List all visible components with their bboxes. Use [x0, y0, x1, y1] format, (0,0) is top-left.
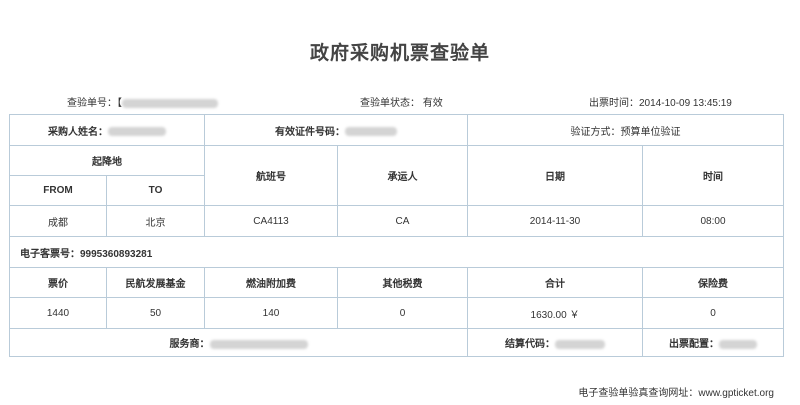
dev-fund-header: 民航发展基金	[106, 267, 205, 298]
settle-code-cell: 结算代码：	[467, 328, 643, 357]
redacted-service-provider	[209, 339, 308, 349]
verify-number-label: 查验单号：	[67, 98, 117, 109]
service-provider-cell: 服务商：	[9, 328, 468, 357]
flight-date: 2014-11-30	[467, 205, 643, 237]
to-header: TO	[106, 175, 205, 206]
redacted-verify-number	[122, 98, 218, 108]
fare-value: 1440	[9, 297, 107, 329]
verify-status: 查验单状态： 有效	[360, 94, 443, 109]
arrival-city: 北京	[106, 205, 205, 237]
id-number-label: 有效证件号码：	[275, 126, 345, 138]
fee-header-row: 票价 民航发展基金 燃油附加费 其他税费 合计 保险费	[9, 267, 784, 298]
flight-row: 成都 北京 CA4113 CA 2014-11-30 08:00	[9, 205, 784, 237]
verification-url: 电子查验单验真查询网址：www.gpticket.org	[578, 388, 774, 399]
buyer-row: 采购人姓名： 有效证件号码： 验证方式：预算单位验证	[9, 114, 784, 146]
insurance-header: 保险费	[642, 267, 784, 298]
departure-city: 成都	[9, 205, 107, 237]
fuel-header: 燃油附加费	[204, 267, 338, 298]
issue-time: 出票时间：2014-10-09 13:45:19	[589, 94, 732, 109]
verify-method-cell: 验证方式：预算单位验证	[467, 114, 784, 146]
verify-number: 查验单号：【	[67, 94, 218, 109]
total-value: 1630.00 ￥	[467, 297, 643, 329]
fee-row: 1440 50 140 0 1630.00 ￥ 0	[9, 297, 784, 329]
date-header: 日期	[467, 145, 643, 206]
page-title: 政府采购机票查验单	[309, 43, 490, 64]
insurance-value: 0	[642, 297, 784, 329]
flight-header-row: 起降地 航班号 承运人 日期 时间	[9, 145, 784, 206]
buyer-name-cell: 采购人姓名：	[9, 114, 205, 146]
verify-status-value: 有效	[422, 98, 443, 109]
issue-time-value: 2014-10-09 13:45:19	[639, 98, 732, 109]
flight-number-header: 航班号	[204, 145, 338, 206]
total-header: 合计	[467, 267, 643, 298]
other-tax-value: 0	[337, 297, 468, 329]
carrier-header: 承运人	[337, 145, 468, 206]
redacted-buyer-name	[108, 127, 166, 137]
id-number-cell: 有效证件号码：	[204, 114, 468, 146]
redacted-id-number	[345, 127, 397, 137]
carrier: CA	[337, 205, 468, 237]
service-provider-label: 服务商：	[169, 339, 210, 350]
redacted-settle-code	[555, 339, 605, 349]
eticket-row: 电子客票号：9995360893281	[9, 236, 784, 268]
flight-number: CA4113	[204, 205, 338, 237]
verify-status-label: 查验单状态：	[360, 98, 420, 109]
other-tax-header: 其他税费	[337, 267, 468, 298]
verification-table: 采购人姓名： 有效证件号码： 验证方式：预算单位验证 起降地 航班号 承运人 日…	[9, 114, 784, 357]
fare-header: 票价	[9, 267, 107, 298]
redacted-issue-config	[719, 339, 757, 349]
settle-code-label: 结算代码：	[505, 339, 555, 350]
issue-time-label: 出票时间：	[589, 98, 639, 109]
fuel-value: 140	[204, 297, 338, 329]
bottom-row: 服务商： 结算代码： 出票配置：	[9, 328, 784, 357]
buyer-name-label: 采购人姓名：	[48, 126, 108, 138]
eticket-number: 电子客票号：9995360893281	[9, 236, 784, 268]
issue-config-label: 出票配置：	[669, 339, 719, 350]
time-header: 时间	[642, 145, 784, 206]
route-header: 起降地	[9, 145, 205, 176]
flight-time: 08:00	[642, 205, 784, 237]
from-header: FROM	[9, 175, 107, 206]
issue-config-cell: 出票配置：	[642, 328, 784, 357]
dev-fund-value: 50	[106, 297, 205, 329]
